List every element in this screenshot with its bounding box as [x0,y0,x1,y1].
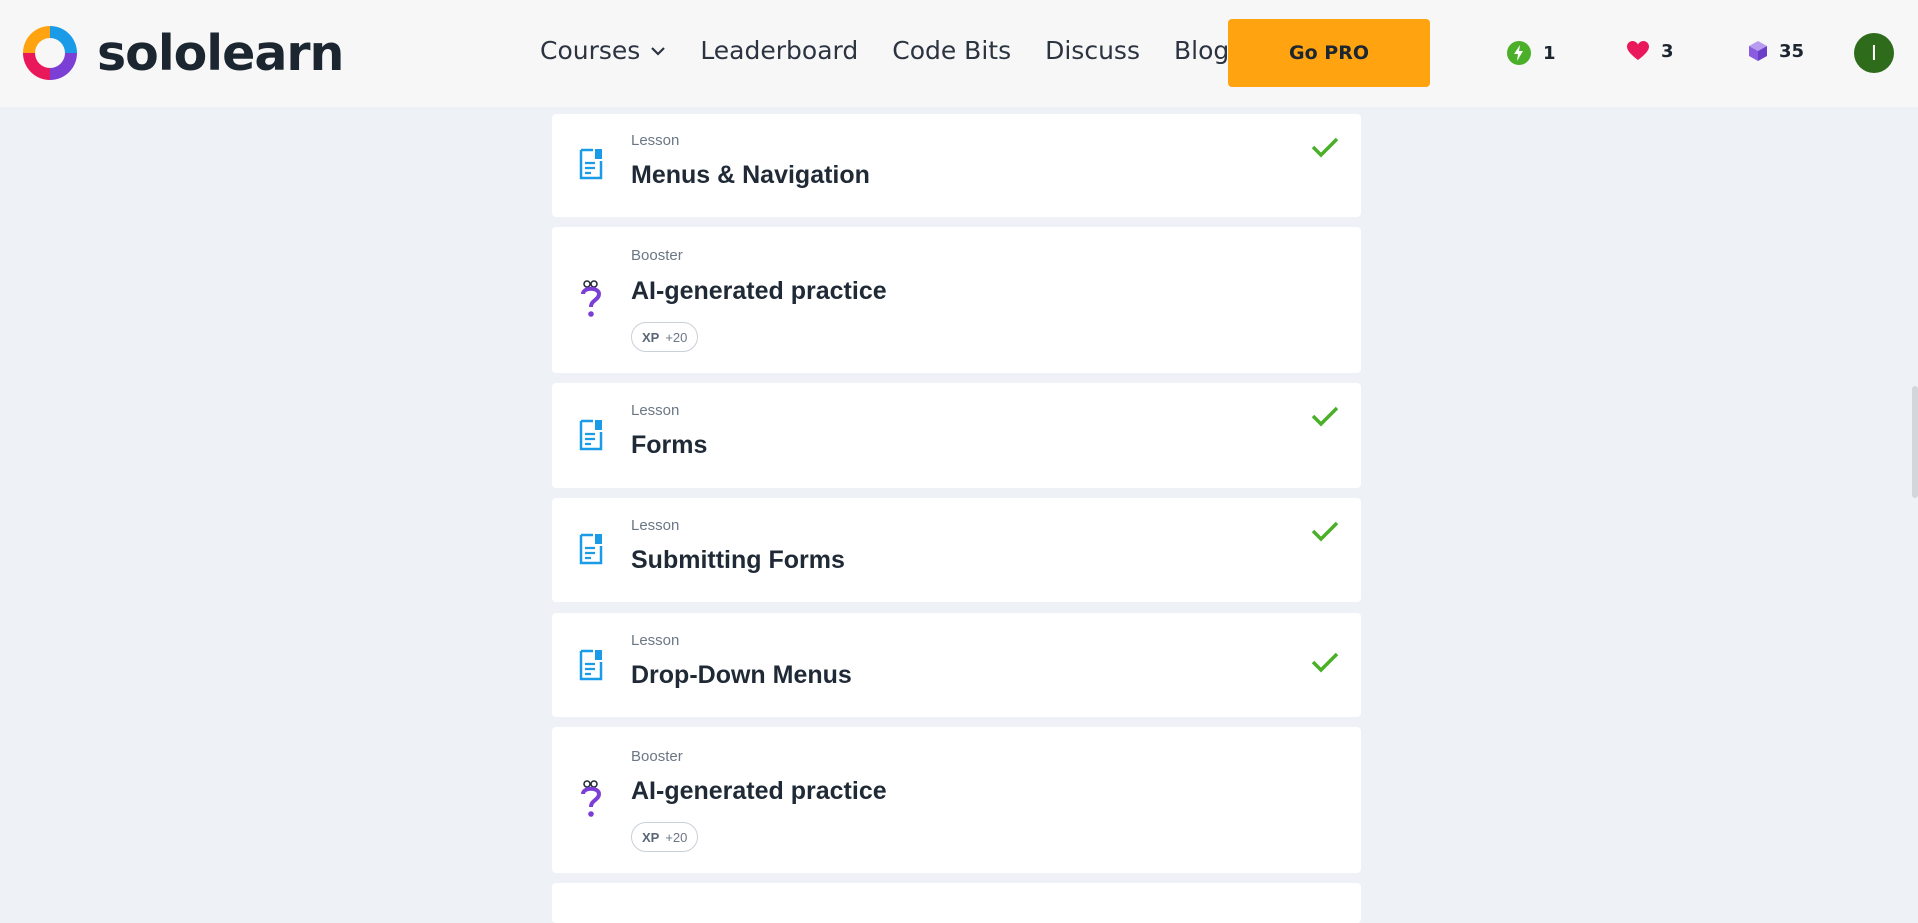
lightning-icon [1507,41,1531,65]
chevron-down-icon [651,46,666,56]
avatar[interactable]: I [1854,33,1894,73]
nav-courses-label: Courses [540,36,641,65]
xp-label: XP [642,829,660,845]
gems-counter[interactable]: 35 [1748,40,1804,62]
sololearn-logo[interactable]: sololearn [19,22,344,84]
lesson-title: Forms [631,431,708,459]
gems-count: 35 [1779,40,1805,62]
lesson-title: AI-generated practice [631,777,887,805]
lesson-title: Submitting Forms [631,546,845,574]
lesson-card[interactable]: Lesson Submitting Forms [552,498,1361,602]
check-icon [1311,652,1339,673]
lesson-card[interactable]: Lesson Drop-Down Menus [552,613,1361,717]
lesson-type: Booster [631,748,683,765]
check-icon [1311,137,1339,158]
booster-card[interactable]: Booster AI-generated practice XP +20 [552,227,1361,373]
lesson-title: Menus & Navigation [631,161,870,189]
xp-value: +20 [665,829,688,845]
lesson-title: AI-generated practice [631,277,887,305]
lesson-card[interactable]: Lesson Forms [552,383,1361,488]
check-icon [1311,521,1339,542]
xp-badge: XP +20 [631,822,699,852]
hearts-counter[interactable]: 3 [1626,40,1674,62]
nav-blog[interactable]: Blog [1174,36,1229,65]
sololearn-logo-icon [23,26,77,80]
nav-discuss[interactable]: Discuss [1045,36,1140,65]
xp-label: XP [642,329,660,345]
brand-name: sololearn [97,24,344,82]
streak-counter[interactable]: 1 [1506,40,1556,66]
booster-question-icon [581,280,602,317]
lesson-doc-icon [579,419,603,451]
scrollbar-thumb[interactable] [1912,386,1918,498]
lesson-title: Drop-Down Menus [631,661,852,689]
lesson-type: Lesson [631,517,680,534]
lesson-card[interactable]: Lesson Menus & Navigation [552,114,1361,217]
lesson-type: Lesson [631,402,680,419]
xp-badge: XP +20 [631,322,699,352]
heart-icon [1627,41,1649,60]
lesson-doc-icon [579,533,603,565]
booster-question-icon [581,780,602,817]
lesson-type: Booster [631,247,683,264]
lesson-type: Lesson [631,632,680,649]
booster-card[interactable]: Booster AI-generated practice XP +20 [552,727,1361,873]
xp-value: +20 [665,329,688,345]
nav-leaderboard[interactable]: Leaderboard [700,36,858,65]
streak-count: 1 [1543,42,1556,64]
check-icon [1311,406,1339,427]
lesson-type: Lesson [631,132,680,149]
top-navbar: sololearn Courses Leaderboard Code Bits … [0,0,1918,107]
nav-code-bits[interactable]: Code Bits [892,36,1011,65]
lesson-doc-icon [579,148,603,180]
go-pro-button[interactable]: Go PRO [1228,19,1430,87]
lesson-doc-icon [579,649,603,681]
gem-cube-icon [1749,41,1767,61]
main-nav: Courses Leaderboard Code Bits Discuss Bl… [540,36,1263,65]
lesson-card[interactable] [552,883,1361,923]
hearts-count: 3 [1661,40,1674,62]
nav-courses[interactable]: Courses [540,36,666,65]
